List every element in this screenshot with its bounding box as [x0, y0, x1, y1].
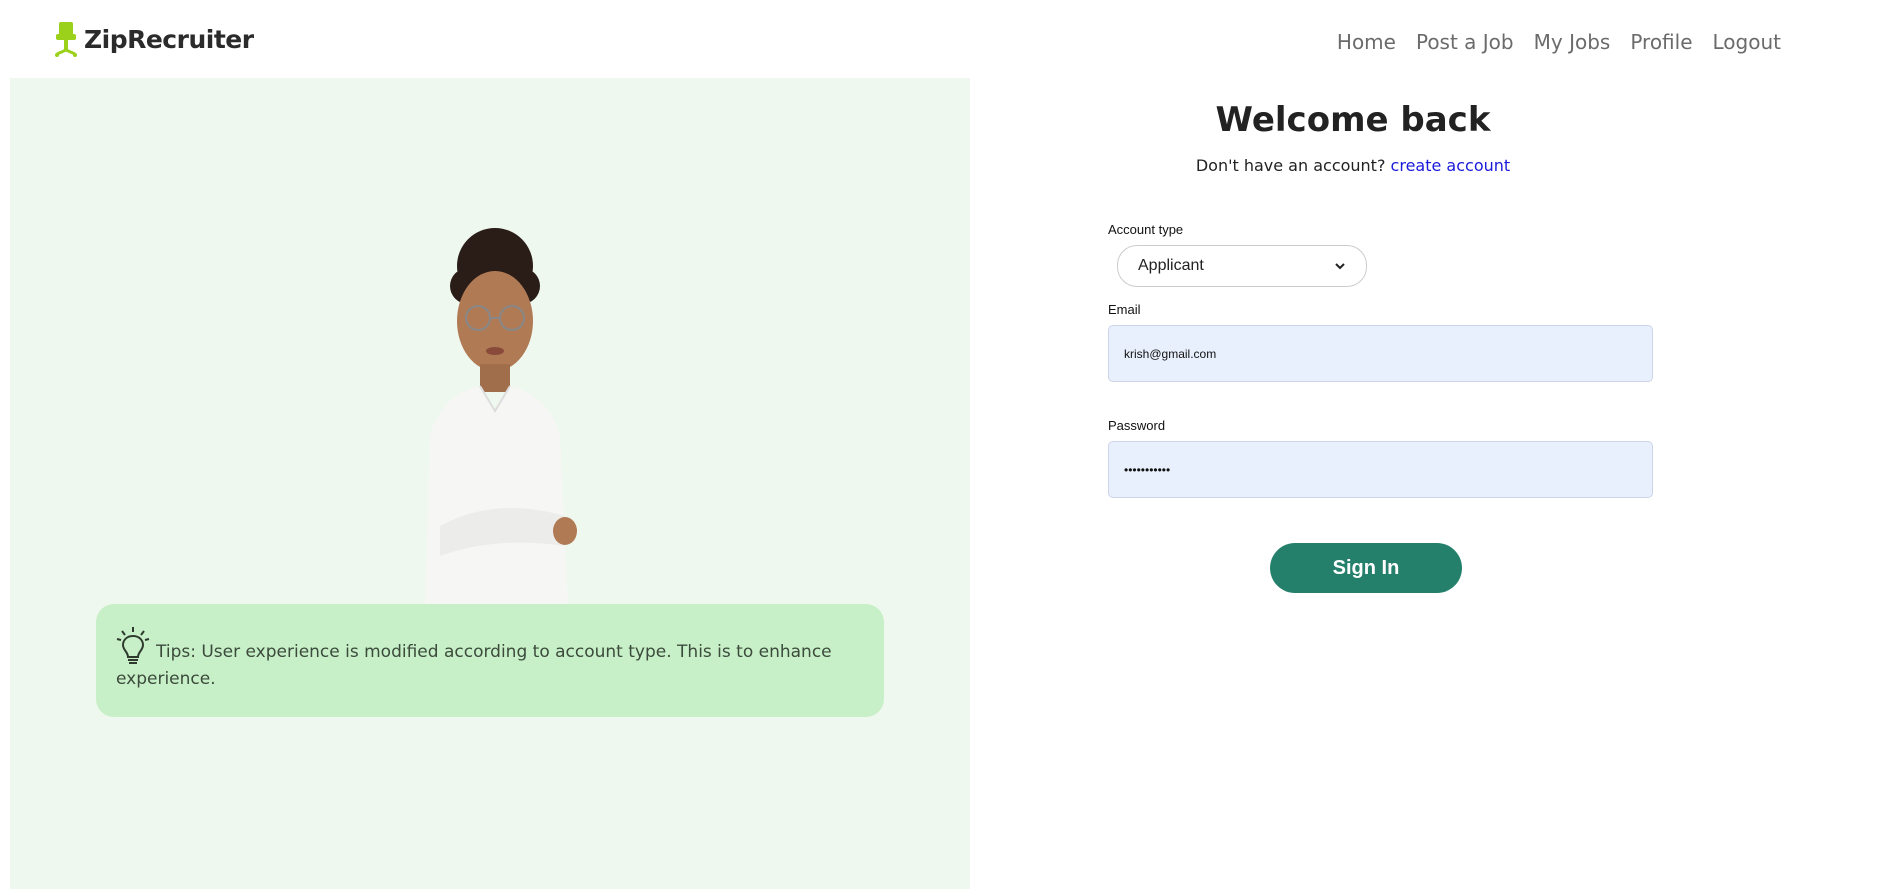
nav-my-jobs[interactable]: My Jobs — [1534, 30, 1611, 54]
brand-logo[interactable]: ZipRecruiter — [54, 20, 254, 58]
chair-logo-icon — [55, 22, 77, 57]
woman-portrait-image — [425, 228, 577, 606]
account-type-label: Account type — [1108, 222, 1184, 237]
nav-home[interactable]: Home — [1337, 30, 1396, 54]
top-header: ZipRecruiter Home Post a Job My Jobs Pro… — [0, 0, 1898, 78]
password-label: Password — [1108, 418, 1166, 433]
signup-prompt-text: Don't have an account? — [1195, 156, 1386, 175]
main-nav: Home Post a Job My Jobs Profile Logout — [1317, 30, 1781, 54]
account-type-select[interactable]: Applicant — [1117, 245, 1367, 287]
illustration-panel: Tips: User experience is modified accord… — [10, 78, 970, 889]
signup-prompt: Don't have an account? create account — [1108, 156, 1598, 175]
nav-post-a-job[interactable]: Post a Job — [1416, 30, 1514, 54]
tip-box: Tips: User experience is modified accord… — [96, 604, 884, 717]
password-field[interactable]: ••••••••••• — [1108, 441, 1653, 498]
nav-logout[interactable]: Logout — [1713, 30, 1781, 54]
lightbulb-icon — [116, 627, 150, 664]
tip-text-row: Tips: User experience is modified accord… — [116, 626, 864, 693]
nav-profile[interactable]: Profile — [1630, 30, 1692, 54]
page-title: Welcome back — [1215, 100, 1491, 140]
email-label: Email — [1108, 302, 1141, 317]
chevron-down-icon — [1335, 263, 1345, 270]
account-type-value: Applicant — [1138, 257, 1204, 274]
email-field[interactable]: krish@gmail.com — [1108, 325, 1653, 382]
brand-name: ZipRecruiter — [84, 24, 254, 54]
create-account-link[interactable]: create account — [1391, 156, 1511, 175]
sign-in-button[interactable]: Sign In — [1270, 543, 1462, 593]
tip-text: Tips: User experience is modified accord… — [116, 642, 832, 689]
